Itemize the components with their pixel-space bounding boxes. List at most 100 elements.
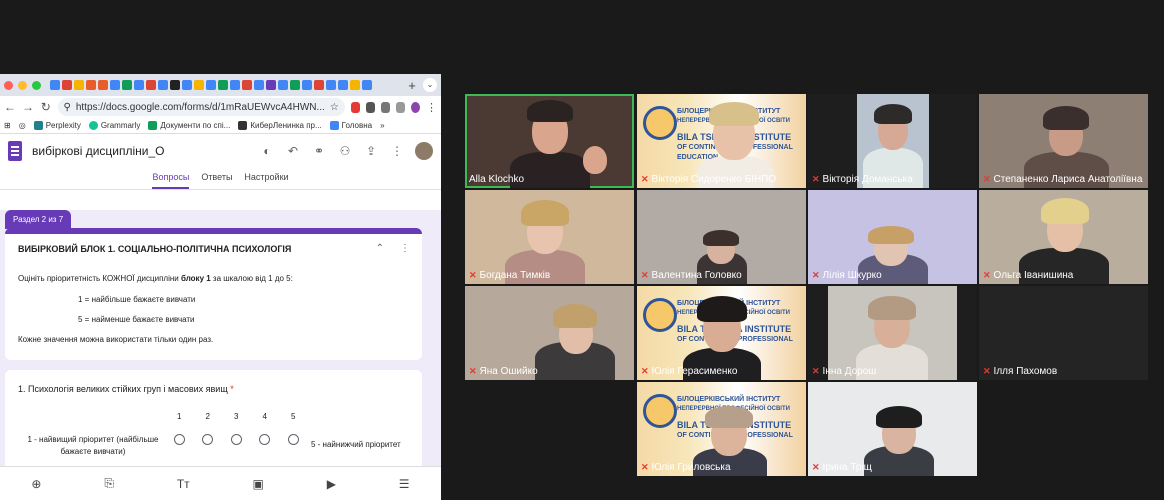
scale-radio-1[interactable] — [173, 434, 185, 445]
tab-favicon[interactable] — [230, 80, 240, 90]
video-tile[interactable]: ✕ Ірина Тріщ — [808, 382, 977, 476]
tab-favicon[interactable] — [50, 80, 60, 90]
browser-menu-icon[interactable]: ⋮ — [426, 101, 437, 114]
bookmark-home[interactable]: Головна — [329, 121, 372, 130]
scale-radio-4[interactable] — [259, 434, 271, 445]
tab-favicon[interactable] — [206, 80, 216, 90]
back-icon[interactable]: ← — [4, 100, 16, 114]
video-tile[interactable]: ✕ Ілля Пахомов — [979, 286, 1148, 380]
publish-icon[interactable]: ⇪ — [363, 144, 379, 158]
section-description[interactable]: Оцініть пріоритетність КОЖНОЇ дисципліни… — [18, 274, 293, 283]
new-tab-button[interactable]: + — [404, 78, 420, 93]
question-card[interactable]: 1. Психологія великих стійких груп і мас… — [5, 370, 422, 470]
bookmarks-overflow[interactable]: » — [380, 121, 384, 130]
address-bar-row: ← → ↻ ⚲ https://docs.google.com/forms/d/… — [0, 96, 441, 118]
form-title[interactable]: вибіркові дисципліни_О — [32, 144, 249, 158]
scale-radio-5[interactable] — [287, 434, 299, 445]
url-text[interactable]: https://docs.google.com/forms/d/1mRaUEWv… — [76, 102, 325, 113]
tab-settings[interactable]: Настройки — [244, 168, 288, 189]
tab-favicon[interactable] — [62, 80, 72, 90]
profile-avatar[interactable] — [410, 101, 421, 113]
tab-favicon[interactable] — [290, 80, 300, 90]
undo-icon[interactable]: ↶ — [285, 144, 301, 158]
section-title[interactable]: ВИБІРКОВИЙ БЛОК 1. СОЦІАЛЬНО-ПОЛІТИЧНА П… — [18, 244, 291, 254]
bookmark-grammarly[interactable]: Grammarly — [88, 121, 140, 130]
tab-responses[interactable]: Ответы — [201, 168, 232, 189]
minimize-window-button[interactable] — [18, 80, 27, 90]
video-tile[interactable]: ✕ Яна Ошийко — [465, 286, 634, 380]
user-avatar[interactable] — [415, 142, 433, 160]
import-questions-icon[interactable]: ⎘ — [104, 476, 114, 491]
add-question-icon[interactable]: ⊕ — [31, 477, 41, 491]
video-tile[interactable]: ✕ Лілія Шкурко — [808, 190, 977, 284]
reload-icon[interactable]: ↻ — [40, 100, 52, 114]
video-tile[interactable]: БІЛОЦЕРКІВСЬКИЙ ІНСТИТУТ НЕПЕРЕРВНОЇ ПРО… — [637, 286, 806, 380]
bookmark-perplexity[interactable]: Perplexity — [33, 121, 81, 130]
forward-icon[interactable]: → — [22, 100, 34, 114]
url-bar[interactable]: ⚲ https://docs.google.com/forms/d/1mRaUE… — [57, 98, 345, 116]
video-tile[interactable]: ✕ Інна Дорош — [808, 286, 977, 380]
apps-grid-icon[interactable]: ⊞ — [4, 121, 11, 130]
add-collaborator-icon[interactable]: ⚇ — [337, 144, 353, 158]
palette-icon[interactable]: ◐ — [259, 144, 275, 158]
extension-icon[interactable] — [350, 101, 360, 113]
tab-favicon[interactable] — [74, 80, 84, 90]
form-toolbar: ⊕ ⎘ Tт ▣ ▶ ☰ — [0, 466, 441, 500]
site-info-icon[interactable]: ⚲ — [64, 102, 71, 113]
tab-favicons[interactable] — [50, 80, 401, 90]
extensions-puzzle-icon[interactable] — [395, 101, 405, 113]
tab-favicon[interactable] — [254, 80, 264, 90]
tab-favicon[interactable] — [314, 80, 324, 90]
globe-icon[interactable]: ◎ — [19, 121, 26, 130]
more-options-icon[interactable]: ⋮ — [389, 144, 405, 158]
tab-favicon[interactable] — [146, 80, 156, 90]
google-forms-logo-icon[interactable] — [8, 141, 22, 161]
extension-icon[interactable] — [365, 101, 375, 113]
link-icon[interactable]: ⚭ — [311, 144, 327, 158]
video-tile[interactable]: БІЛОЦЕРКІВСЬКИЙ ІНСТИТУТ НЕПЕРЕРВНОЇ ПРО… — [637, 382, 806, 476]
tab-favicon[interactable] — [278, 80, 288, 90]
tab-favicon[interactable] — [182, 80, 192, 90]
video-tile[interactable]: БІЛОЦЕРКІВСЬКИЙ ІНСТИТУТ НЕПЕРЕРВНОЇ ПРО… — [637, 94, 806, 188]
bookmark-cyberleninka[interactable]: КиберЛенинка пр... — [238, 121, 322, 130]
tab-favicon[interactable] — [350, 80, 360, 90]
tab-questions[interactable]: Вопросы — [152, 168, 190, 189]
video-tile[interactable]: Alla Klochko — [465, 94, 634, 188]
tab-favicon[interactable] — [134, 80, 144, 90]
collapse-icon[interactable]: ⌃ — [376, 243, 384, 254]
add-section-icon[interactable]: ☰ — [399, 477, 410, 491]
tab-favicon[interactable] — [242, 80, 252, 90]
tab-favicon[interactable] — [122, 80, 132, 90]
tab-favicon[interactable] — [98, 80, 108, 90]
extension-icon[interactable] — [380, 101, 390, 113]
tab-search-icon[interactable]: ⌄ — [423, 78, 437, 92]
maximize-window-button[interactable] — [32, 80, 41, 90]
bookmark-star-icon[interactable]: ☆ — [330, 102, 339, 113]
tab-favicon[interactable] — [170, 80, 180, 90]
tab-favicon[interactable] — [110, 80, 120, 90]
video-tile[interactable]: ✕ Ольга Іванишина — [979, 190, 1148, 284]
tab-favicon[interactable] — [338, 80, 348, 90]
tab-favicon[interactable] — [362, 80, 372, 90]
video-tile[interactable]: ✕ Вікторія Доманська — [808, 94, 977, 188]
scale-radio-2[interactable] — [202, 434, 214, 445]
bookmark-documents[interactable]: Документи по спі... — [148, 121, 230, 130]
question-title[interactable]: 1. Психологія великих стійких груп і мас… — [18, 384, 234, 394]
add-image-icon[interactable]: ▣ — [253, 477, 264, 491]
tab-favicon[interactable] — [218, 80, 228, 90]
add-title-icon[interactable]: Tт — [177, 477, 190, 491]
add-video-icon[interactable]: ▶ — [327, 477, 336, 491]
video-tile[interactable]: ✕ Валентина Головко — [637, 190, 806, 284]
tab-favicon[interactable] — [326, 80, 336, 90]
video-tile[interactable]: ✕ Богдана Тимків — [465, 190, 634, 284]
tab-favicon[interactable] — [302, 80, 312, 90]
tab-favicon[interactable] — [194, 80, 204, 90]
section-card[interactable]: ВИБІРКОВИЙ БЛОК 1. СОЦІАЛЬНО-ПОЛІТИЧНА П… — [5, 228, 422, 360]
tab-favicon[interactable] — [266, 80, 276, 90]
video-tile[interactable]: ✕ Степаненко Лариса Анатоліївна — [979, 94, 1148, 188]
close-window-button[interactable] — [4, 80, 13, 90]
section-more-icon[interactable]: ⋮ — [400, 243, 410, 254]
tab-favicon[interactable] — [86, 80, 96, 90]
tab-favicon[interactable] — [158, 80, 168, 90]
scale-radio-3[interactable] — [230, 434, 242, 445]
